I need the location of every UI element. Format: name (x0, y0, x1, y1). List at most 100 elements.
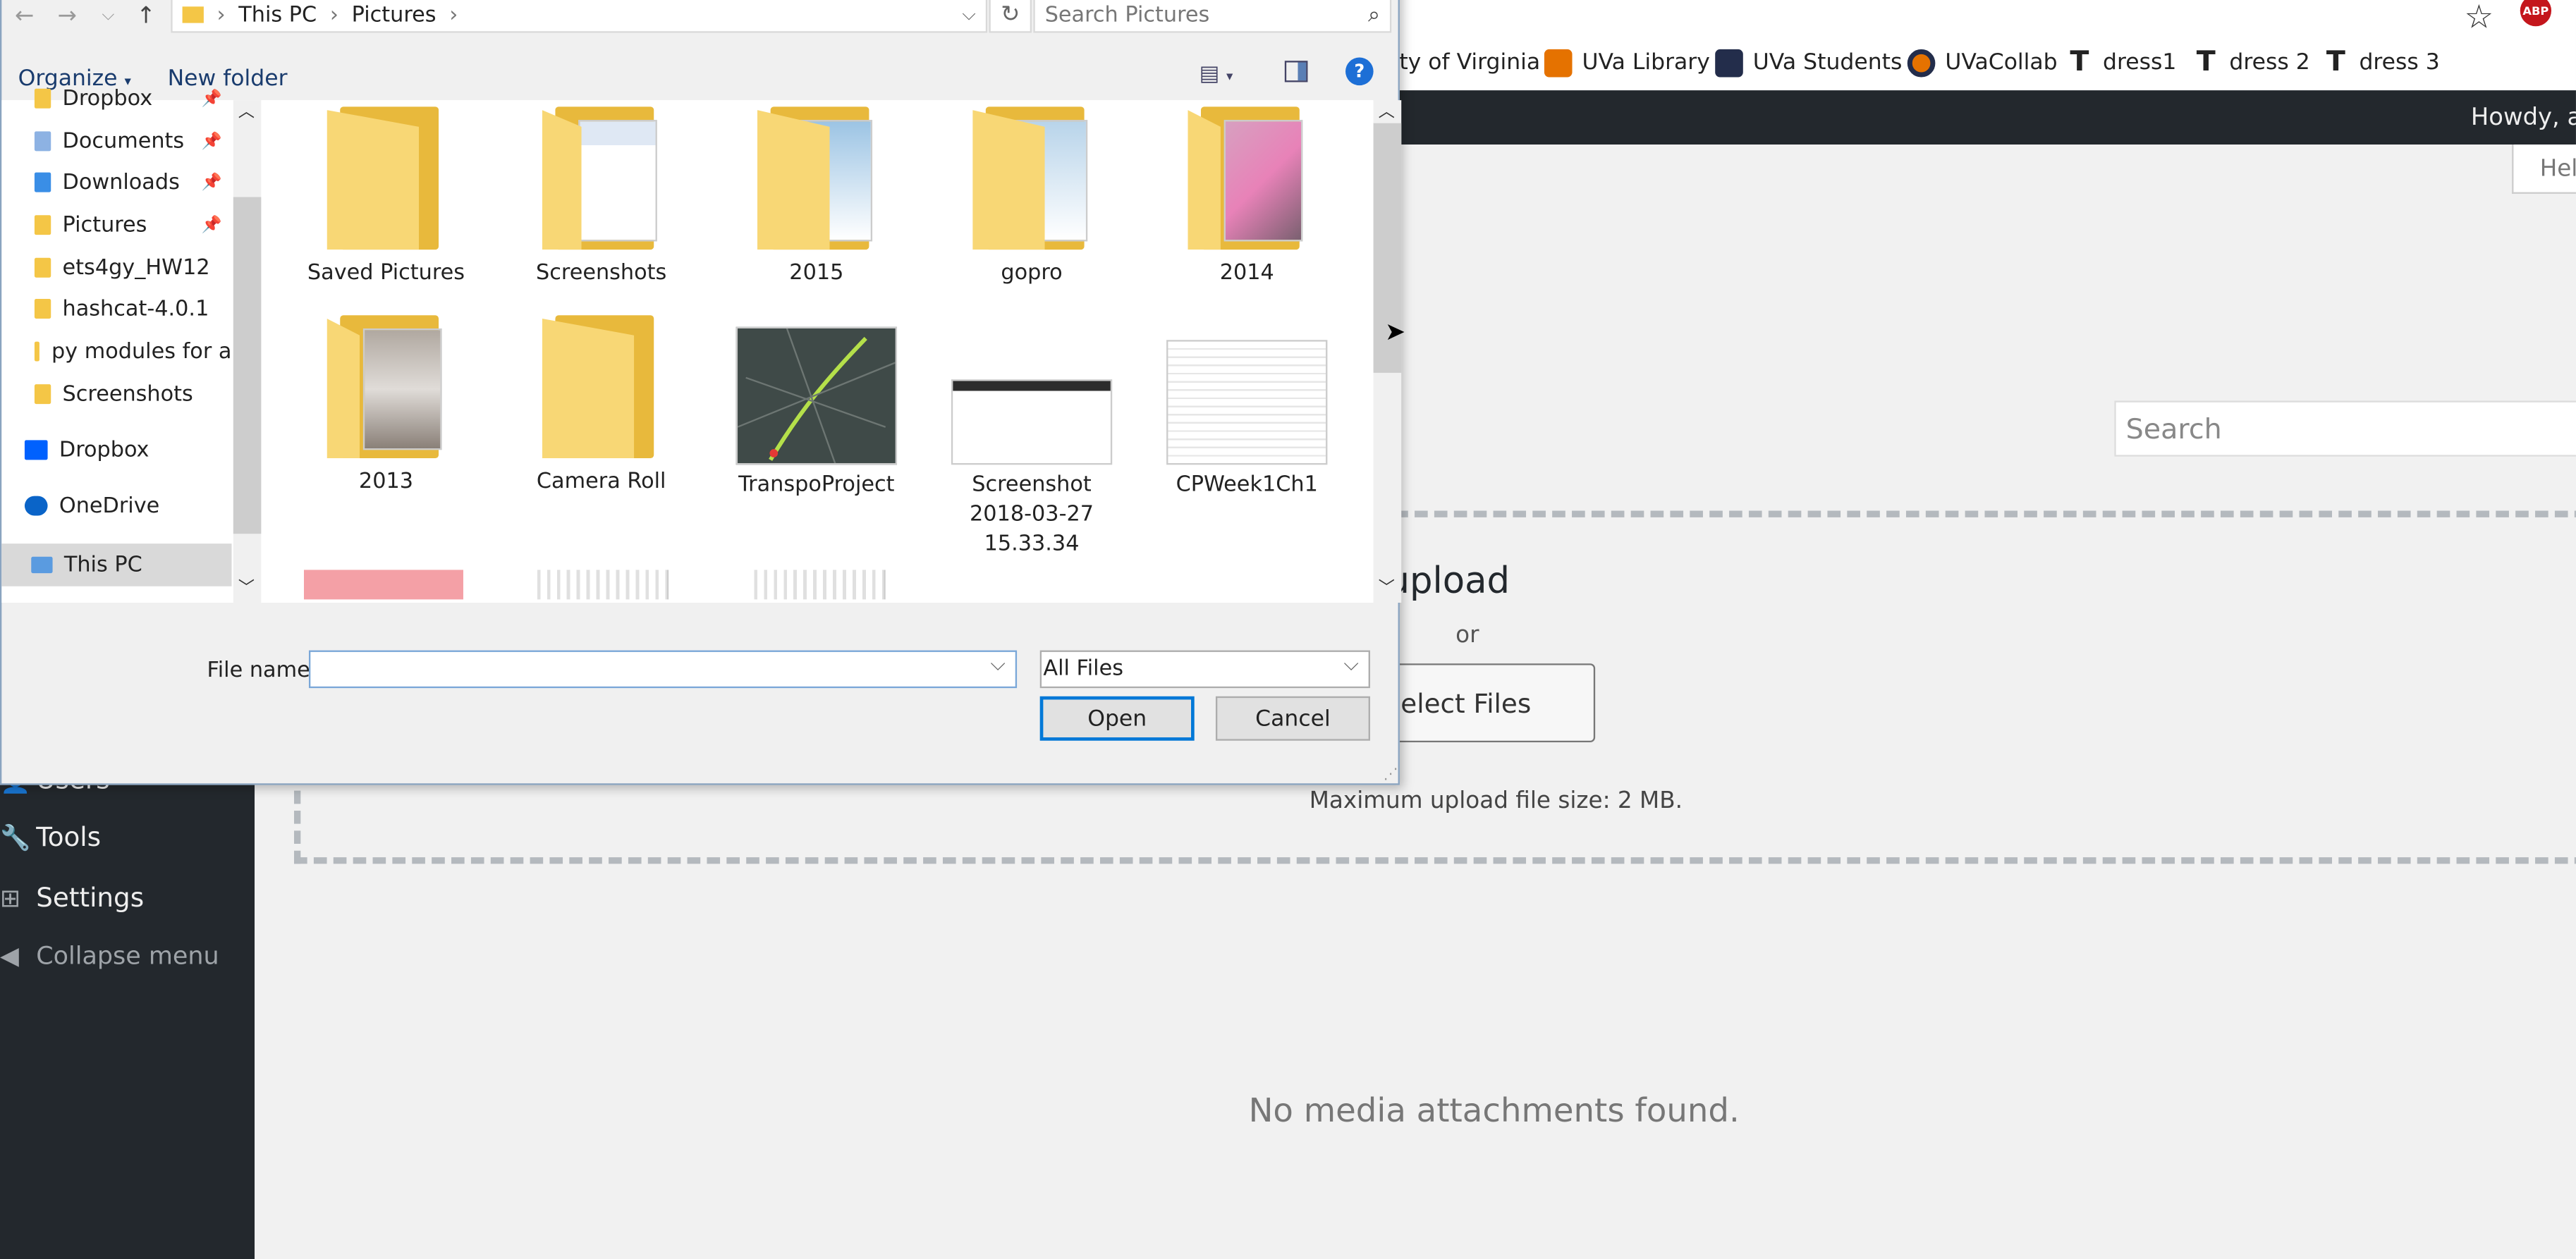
nav-item-hashcat[interactable]: hashcat-4.0.1 (1, 290, 231, 326)
breadcrumb-pictures[interactable]: Pictures (352, 2, 437, 27)
file-item-2014[interactable]: 2014 (1148, 106, 1345, 289)
cancel-button[interactable]: Cancel (1215, 696, 1370, 741)
bookmark-university[interactable]: ity of Virginia (1393, 48, 1541, 78)
folder-icon (34, 384, 51, 405)
open-button[interactable]: Open (1039, 696, 1195, 741)
file-item-2015[interactable]: 2015 (718, 106, 915, 289)
file-label: 2013 (358, 469, 414, 495)
scroll-up-icon[interactable]: ︿ (238, 97, 255, 122)
breadcrumb-this-pc[interactable]: This PC (238, 2, 317, 27)
nav-item-dropbox[interactable]: Dropbox (1, 432, 231, 468)
nav-scrollbar-thumb[interactable] (233, 197, 262, 534)
breadcrumb-separator-icon: › (449, 2, 458, 27)
search-pictures-input[interactable]: Search Pictures ⌕ (1033, 0, 1392, 33)
text-t-icon: T (2326, 46, 2345, 79)
text-t-icon: T (2196, 46, 2216, 79)
bookmark-label: ity of Virginia (1393, 49, 1541, 76)
nav-item-pictures[interactable]: Pictures 📌 (1, 207, 231, 243)
nav-item-dropbox-quick[interactable]: Dropbox 📌 (1, 80, 231, 116)
back-arrow-icon[interactable]: ← (15, 4, 34, 30)
menu-label: Settings (36, 882, 145, 914)
nav-item-this-pc[interactable]: This PC (1, 543, 232, 586)
scroll-down-icon[interactable]: ﹀ (1379, 573, 1395, 598)
change-view-icon[interactable]: ▤ ▾ (1200, 63, 1233, 87)
nav-item-onedrive[interactable]: OneDrive (1, 488, 231, 524)
bookmark-label: dress 3 (2359, 49, 2440, 76)
bookmark-star-icon[interactable]: ☆ (2465, 0, 2494, 36)
computer-icon (31, 556, 53, 574)
breadcrumb[interactable]: › This PC › Pictures › ⌵ (171, 0, 988, 33)
folder-with-photo-icon (326, 315, 446, 458)
media-search-input[interactable]: Search (2114, 400, 2576, 457)
file-item-transpoproject[interactable]: TranspoProject (718, 315, 915, 500)
pin-icon: 📌 (201, 216, 222, 234)
downloads-folder-icon (34, 172, 51, 192)
help-icon[interactable]: ? (1345, 57, 1374, 86)
adblock-icon[interactable]: ABP (2520, 0, 2552, 27)
file-label: 2014 (1219, 261, 1274, 286)
documents-folder-icon (34, 131, 51, 152)
resize-grip-icon[interactable]: ⋰ (1384, 767, 1398, 783)
rotunda-icon (1544, 48, 1573, 77)
menu-settings[interactable]: ⊞ Settings (0, 882, 144, 913)
file-name-input[interactable] (308, 650, 1018, 689)
file-item-screenshots[interactable]: Screenshots (503, 106, 700, 289)
up-arrow-icon[interactable]: ↑ (136, 4, 155, 30)
folder-icon (34, 257, 51, 278)
document-thumbnail-image (1166, 340, 1328, 465)
file-item-screenshot-2018[interactable]: Screenshot 2018-03-27 15.33.34 (933, 315, 1130, 560)
nav-item-documents[interactable]: Documents 📌 (1, 123, 231, 159)
nav-label: Screenshots (62, 381, 193, 407)
file-label: Saved Pictures (307, 261, 465, 286)
nav-item-py-modules[interactable]: py modules for a (1, 333, 231, 369)
file-name-label: File name: (207, 658, 317, 684)
file-label: 2015 (789, 261, 844, 286)
scroll-down-icon[interactable]: ﹀ (238, 573, 255, 598)
file-label: CPWeek1Ch1 (1176, 472, 1318, 498)
bookmark-label: dress1 (2103, 49, 2177, 76)
preview-pane-icon[interactable] (1284, 61, 1308, 82)
forward-arrow-icon[interactable]: → (58, 4, 77, 30)
bookmark-dress3[interactable]: Tdress 3 (2326, 46, 2440, 79)
bookmark-label: UVa Library (1582, 49, 1710, 76)
menu-tools[interactable]: 🔧 Tools (0, 821, 101, 852)
howdy-greeting[interactable]: Howdy, ac (2471, 90, 2576, 145)
map-thumbnail-image (735, 326, 898, 465)
file-item-gopro[interactable]: gopro (933, 106, 1130, 289)
refresh-icon[interactable]: ↻ (989, 0, 1032, 33)
file-item-camera-roll[interactable]: Camera Roll (503, 315, 700, 498)
partial-thumbnail-image (530, 570, 669, 600)
file-item-cpweek1ch1[interactable]: CPWeek1Ch1 (1148, 315, 1345, 500)
folder-icon (542, 315, 661, 458)
bookmark-uva-students[interactable]: UVa Students (1715, 48, 1902, 78)
nav-label: OneDrive (59, 493, 160, 519)
address-dropdown-chevron-icon[interactable]: ⌵ (962, 4, 975, 27)
nav-label: Dropbox (62, 86, 153, 111)
nav-item-screenshots[interactable]: Screenshots (1, 376, 231, 412)
pin-icon: 📌 (201, 173, 222, 192)
bookmark-label: UVaCollab (1945, 49, 2058, 76)
folder-icon (34, 299, 51, 319)
search-icon: ⌕ (1367, 3, 1380, 28)
file-item-2013[interactable]: 2013 (288, 315, 485, 498)
folder-icon (326, 106, 446, 250)
rotunda-icon (1715, 48, 1743, 77)
bookmark-uvacollab[interactable]: UVaCollab (1907, 48, 2058, 78)
nav-item-downloads[interactable]: Downloads 📌 (1, 164, 231, 200)
file-type-select[interactable]: All Files (1039, 650, 1370, 689)
help-tab[interactable]: Hel (2512, 145, 2576, 194)
abp-label: ABP (2522, 4, 2549, 18)
bookmark-dress2[interactable]: Tdress 2 (2196, 46, 2310, 79)
scroll-up-icon[interactable]: ︿ (1379, 97, 1395, 122)
nav-item-ets4gy[interactable]: ets4gy_HW12 (1, 250, 231, 285)
folder-icon (757, 106, 876, 250)
file-item-saved-pictures[interactable]: Saved Pictures (288, 106, 485, 289)
pictures-folder-icon (34, 215, 51, 235)
folder-icon (34, 341, 40, 362)
partial-thumbnail-image (747, 570, 886, 600)
menu-label: Collapse menu (36, 940, 219, 971)
bookmark-dress1[interactable]: Tdress1 (2070, 46, 2177, 79)
menu-collapse[interactable]: ◀ Collapse menu (0, 941, 219, 971)
bookmark-uva-library[interactable]: UVa Library (1544, 48, 1710, 78)
recent-locations-chevron-icon[interactable]: ⌵ (102, 6, 114, 25)
